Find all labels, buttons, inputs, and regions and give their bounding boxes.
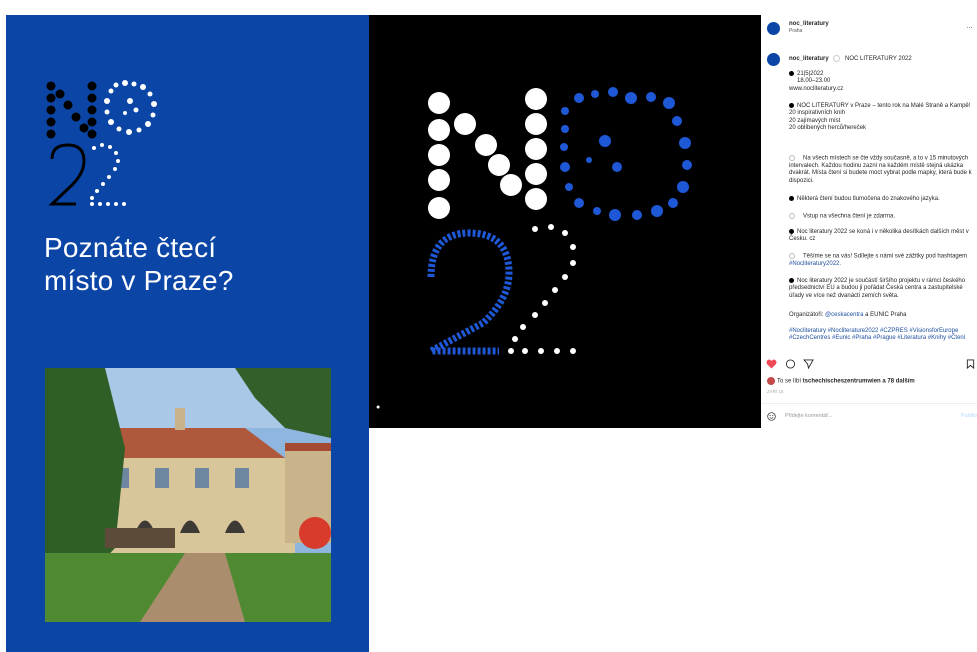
caption-stat-1: 20 inspirativních knih xyxy=(789,110,846,117)
caption-paragraph-3-text: Vstup na všechna čtení je zdarma. xyxy=(803,213,896,220)
caption-paragraph-1-text: Na všech místech se čte vždy současně, a… xyxy=(789,155,972,184)
bullet-icon xyxy=(789,253,795,259)
caption-paragraph-4: Noc literatury 2022 se koná i v několika… xyxy=(789,229,975,244)
author-header: noc_literatury Praha xyxy=(789,21,829,36)
caption-paragraph-2-text: Některá čtení budou tlumočena do znakové… xyxy=(797,196,940,203)
hashtag-link[interactable]: #Nocliteratury2022. xyxy=(789,261,841,267)
likes-prefix: To se líbí xyxy=(777,378,803,385)
caption-date-block: 21|5|2022 18.00–23.00 www.nocliteratury.… xyxy=(789,71,975,93)
circle-icon xyxy=(833,55,841,62)
caption-paragraph-6: Noc literatury 2022 je součástí širšího … xyxy=(789,278,975,300)
venue-photo xyxy=(45,368,331,622)
event-time: 18.00–23.00 xyxy=(797,78,831,85)
event-url[interactable]: www.nocliteratury.cz xyxy=(789,86,975,93)
likes-line: To se líbí tschechischeszentrumwien a 78… xyxy=(767,377,915,386)
bullet-icon xyxy=(789,213,795,219)
comment-input[interactable]: Přidejte komentář... xyxy=(785,413,833,420)
post-image[interactable]: ● xyxy=(369,15,761,428)
caption-intro-block: NOC LITERATURY v Praze – tento rok na Ma… xyxy=(789,103,975,133)
caption-hashtags[interactable]: #Nocliteratury #Nocliterature2022 #CZPRE… xyxy=(789,328,975,343)
instagram-post-panel: noc_literatury Praha … noc_literatury NO… xyxy=(761,15,977,428)
organizers-rest: a EUNIC Praha xyxy=(863,312,907,318)
caption-paragraph-6-text: Noc literatury 2022 je součástí širšího … xyxy=(789,278,966,299)
comment-bar: Přidejte komentář... Publikovat xyxy=(761,403,977,429)
liker-avatar[interactable] xyxy=(767,377,775,385)
caption-paragraph-5-text: Těšíme se na vás! Sdílejte s námi své zá… xyxy=(803,253,968,260)
bullet-icon xyxy=(789,229,794,234)
bullet-icon xyxy=(789,155,795,161)
caption-stat-3: 20 oblíbených herců/hereček xyxy=(789,125,867,132)
caption-header: noc_literatury NOC LITERATURY 2022 xyxy=(789,55,975,63)
comment-icon[interactable] xyxy=(785,359,796,369)
post-comment-button[interactable]: Publikovat xyxy=(961,413,977,420)
poster-heading-line2: místo v Praze? xyxy=(44,265,234,296)
bookmark-icon[interactable] xyxy=(966,359,975,369)
likes-count[interactable]: a 78 dalším xyxy=(881,379,914,385)
caption-paragraph-4-text: Noc literatury 2022 se koná i v několika… xyxy=(789,229,969,243)
share-icon[interactable] xyxy=(803,359,814,369)
caption-paragraph-1: Na všech místech se čte vždy současně, a… xyxy=(789,155,975,185)
post-timestamp: ZÁŘÍ 15 xyxy=(767,389,784,394)
caption-username[interactable]: noc_literatury xyxy=(789,56,829,62)
bullet-icon xyxy=(789,196,794,201)
caption-intro: NOC LITERATURY v Praze – tento rok na Ma… xyxy=(797,103,971,110)
author-username[interactable]: noc_literatury xyxy=(789,21,829,28)
tagged-user-icon[interactable]: ● xyxy=(376,404,380,411)
author-avatar[interactable] xyxy=(767,22,780,35)
bullet-icon xyxy=(789,278,794,283)
organizers-label: Organizátoři: xyxy=(789,312,826,318)
caption-organizers: Organizátoři: @ceskacentra a EUNIC Praha xyxy=(789,312,975,319)
caption-paragraph-2: Některá čtení budou tlumočena do znakové… xyxy=(789,196,975,203)
caption-paragraph-3: Vstup na všechna čtení je zdarma. xyxy=(789,213,975,221)
author-location[interactable]: Praha xyxy=(789,28,829,35)
heart-icon[interactable] xyxy=(766,359,777,369)
caption-paragraph-5: Těšíme se na vás! Sdílejte s námi své zá… xyxy=(789,253,975,268)
caption-title: NOC LITERATURY 2022 xyxy=(845,56,912,63)
emoji-icon[interactable] xyxy=(767,412,776,421)
noc-22-logo xyxy=(46,80,157,206)
caption-avatar[interactable] xyxy=(767,53,780,66)
mention-link[interactable]: @ceskacentra xyxy=(825,312,863,318)
bullet-icon xyxy=(789,71,794,76)
poster-heading-line1: Poznáte čtecí xyxy=(44,232,217,263)
bullet-icon xyxy=(789,103,794,108)
poster-panel: Poznáte čtecí místo v Praze? xyxy=(6,15,369,652)
event-date: 21|5|2022 xyxy=(797,71,824,78)
likes-user[interactable]: tschechischeszentrumwien xyxy=(803,379,881,385)
more-options-icon[interactable]: … xyxy=(966,23,973,30)
noc-22-large-logo xyxy=(427,87,692,355)
poster-heading: Poznáte čtecí místo v Praze? xyxy=(44,231,344,297)
